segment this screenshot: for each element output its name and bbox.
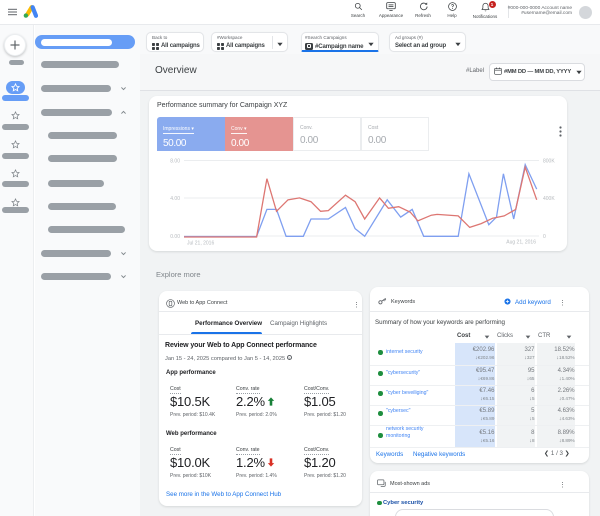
svg-text:0: 0 — [543, 234, 546, 240]
svg-text:Jul 21, 2016: Jul 21, 2016 — [187, 241, 214, 247]
svg-text:8.00: 8.00 — [170, 159, 180, 165]
svg-text:400K: 400K — [543, 196, 555, 202]
svg-text:Aug 21, 2016: Aug 21, 2016 — [506, 240, 536, 246]
svg-text:0.00: 0.00 — [170, 234, 180, 240]
svg-text:800K: 800K — [543, 159, 555, 165]
svg-text:4.00: 4.00 — [170, 196, 180, 202]
